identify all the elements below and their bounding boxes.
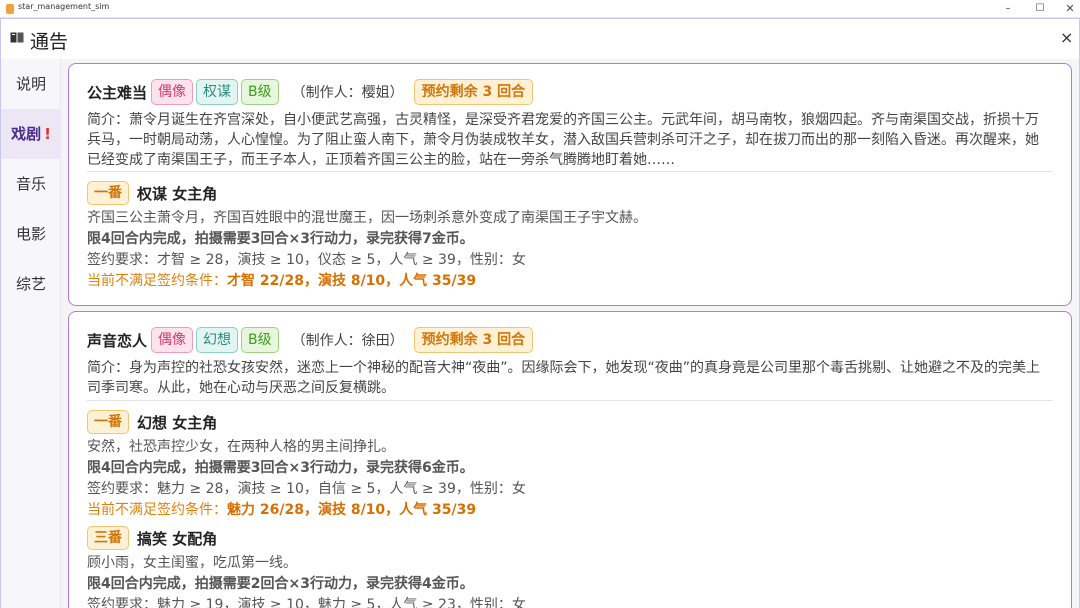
role-item: 一番 权谋 女主角 齐国三公主萧令月，齐国百姓眼中的混世魔王，因一场刺杀意外变成… — [87, 180, 1051, 292]
sidebar-item-movie[interactable]: 电影 — [1, 209, 61, 259]
sidebar-item-label: 音乐 — [15, 175, 46, 193]
role-title: 搞笑 女配角 — [137, 529, 218, 548]
card-description: 简介：萧令月诞生在齐宫深处，自小便武艺高强，古灵精怪，是深受齐君宠爱的齐国三公主… — [87, 112, 1039, 168]
divider — [87, 400, 1053, 401]
role-requirements: 签约要求：魅力 ≥ 28，演技 ≥ 10，自信 ≥ 5，人气 ≥ 39，性别：女 — [87, 481, 526, 497]
card-header: 声音恋人 偶像 幻想 B级 （制作人：徐田） 预约剩余 3 回合 — [87, 326, 536, 354]
role-terms: 限4回合内完成，拍摄需要3回合×3行动力，录完获得6金币。 — [87, 460, 474, 476]
window-title: star_management_sim — [18, 2, 110, 11]
role-unmet-conditions: 当前不满足签约条件：魅力 26/28，演技 8/10，人气 35/39 — [87, 500, 1051, 521]
role-item: 一番 幻想 女主角 安然，社恐声控少女，在两种人格的男主间挣扎。 限4回合内完成… — [87, 409, 1051, 521]
alert-badge: ! — [44, 125, 51, 143]
sidebar-item-label: 说明 — [15, 75, 46, 93]
app-icon — [6, 4, 14, 14]
unmet-prefix: 当前不满足签约条件： — [87, 502, 227, 518]
role-rank-badge: 一番 — [87, 181, 129, 205]
role-description: 齐国三公主萧令月，齐国百姓眼中的混世魔王，因一场刺杀意外变成了南渠国王子宇文赫。 — [87, 210, 647, 226]
role-rank-badge: 一番 — [87, 410, 129, 434]
window-close-button[interactable]: ✕ — [1055, 0, 1080, 18]
role-title: 权谋 女主角 — [137, 184, 218, 203]
sidebar-item-label: 戏剧 — [11, 125, 42, 143]
role-terms: 限4回合内完成，拍摄需要3回合×3行动力，录完获得7金币。 — [87, 231, 474, 247]
card-maker: （制作人：徐田） — [291, 333, 404, 349]
window-titlebar: star_management_sim – ☐ ✕ — [0, 0, 1080, 18]
tag-grade: B级 — [241, 79, 279, 105]
card-maker: （制作人：樱姐） — [291, 85, 404, 101]
sidebar-item-instructions[interactable]: 说明 — [1, 59, 61, 109]
card-title: 公主难当 — [87, 83, 148, 102]
card-header: 公主难当 偶像 权谋 B级 （制作人：樱姐） 预约剩余 3 回合 — [87, 78, 536, 106]
sidebar-item-drama[interactable]: 戏剧! — [1, 109, 61, 159]
role-rank-badge: 三番 — [87, 526, 129, 550]
unmet-values: 才智 22/28，演技 8/10，人气 35/39 — [227, 273, 477, 289]
role-requirements: 签约要求：才智 ≥ 28，演技 ≥ 10，仪态 ≥ 5，人气 ≥ 39，性别：女 — [87, 252, 526, 268]
reserve-badge: 预约剩余 3 回合 — [413, 327, 534, 353]
tag-grade: B级 — [241, 327, 279, 353]
divider — [87, 171, 1053, 172]
page-title: 通告 — [30, 31, 69, 53]
notice-card: 公主难当 偶像 权谋 B级 （制作人：樱姐） 预约剩余 3 回合 简介：萧令月诞… — [68, 63, 1072, 306]
tag-genre: 权谋 — [196, 79, 239, 105]
sidebar-item-music[interactable]: 音乐 — [1, 159, 61, 209]
role-description: 顾小雨，女主闺蜜，吃瓜第一线。 — [87, 555, 297, 571]
card-description: 简介：身为声控的社恐女孩安然，迷恋上一个神秘的配音大神“夜曲”。因缘际会下，她发… — [87, 360, 1041, 396]
role-description: 安然，社恐声控少女，在两种人格的男主间挣扎。 — [87, 439, 395, 455]
sidebar-item-label: 综艺 — [15, 275, 46, 293]
role-item: 三番 搞笑 女配角 顾小雨，女主闺蜜，吃瓜第一线。 限4回合内完成，拍摄需要2回… — [87, 525, 1051, 608]
panel-header: 通告 × — [1, 19, 1079, 59]
tag-genre: 幻想 — [196, 327, 239, 353]
card-title: 声音恋人 — [87, 331, 148, 350]
reserve-badge: 预约剩余 3 回合 — [413, 79, 534, 105]
unmet-prefix: 当前不满足签约条件： — [87, 273, 227, 289]
minimize-button[interactable]: – — [993, 0, 1023, 18]
role-unmet-conditions: 当前不满足签约条件：才智 22/28，演技 8/10，人气 35/39 — [87, 271, 1051, 292]
role-terms: 限4回合内完成，拍摄需要2回合×3行动力，录完获得4金币。 — [87, 576, 474, 592]
notice-card: 声音恋人 偶像 幻想 B级 （制作人：徐田） 预约剩余 3 回合 简介：身为声控… — [68, 311, 1072, 608]
notice-list[interactable]: 公主难当 偶像 权谋 B级 （制作人：樱姐） 预约剩余 3 回合 简介：萧令月诞… — [61, 59, 1079, 608]
role-title: 幻想 女主角 — [137, 413, 218, 432]
role-requirements: 签约要求：魅力 ≥ 19，演技 ≥ 10，魅力 ≥ 5，人气 ≥ 23，性别：女 — [87, 597, 526, 608]
sidebar-item-variety[interactable]: 综艺 — [1, 259, 61, 309]
tag-idol: 偶像 — [151, 79, 194, 105]
sidebar: 说明 戏剧! 音乐 电影 综艺 — [1, 59, 61, 608]
tag-idol: 偶像 — [151, 327, 194, 353]
unmet-values: 魅力 26/28，演技 8/10，人气 35/39 — [227, 502, 477, 518]
sidebar-item-label: 电影 — [15, 225, 46, 243]
maximize-button[interactable]: ☐ — [1025, 0, 1055, 18]
panel-close-button[interactable]: × — [1060, 28, 1073, 47]
book-icon — [10, 32, 24, 43]
